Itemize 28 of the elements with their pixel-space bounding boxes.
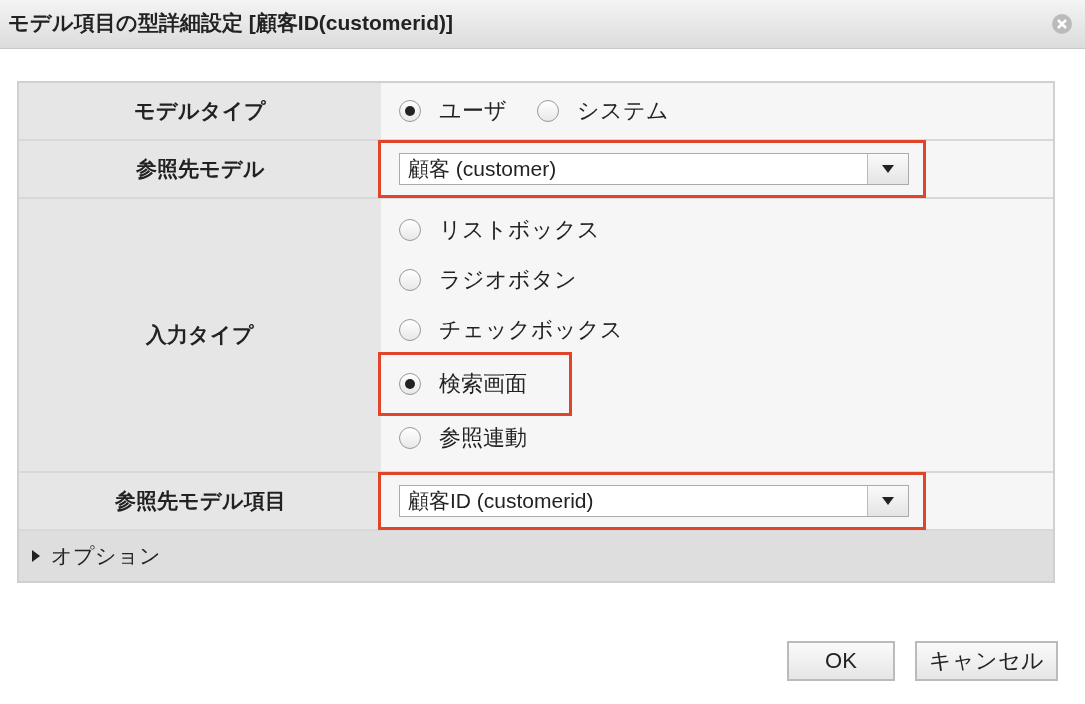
field-label: 参照先モデル [19, 141, 381, 197]
dropdown[interactable]: 顧客 (customer) [399, 153, 909, 185]
radio-button[interactable] [399, 319, 421, 341]
dropdown[interactable]: 顧客ID (customerid) [399, 485, 909, 517]
radio-option[interactable]: ユーザ [399, 96, 507, 126]
radio-option[interactable]: ラジオボタン [399, 255, 577, 305]
window-title: モデル項目の型詳細設定 [顧客ID(customerid)] [8, 10, 453, 36]
field-label: モデルタイプ [19, 83, 381, 139]
radio-option[interactable]: システム [537, 96, 669, 126]
field-label: 入力タイプ [19, 199, 381, 471]
options-section[interactable]: オプション [19, 531, 1053, 581]
caret-icon [882, 497, 894, 505]
radio-option[interactable]: チェックボックス [399, 305, 623, 355]
caret-icon [882, 165, 894, 173]
field-label: 参照先モデル項目 [19, 473, 381, 529]
radio-option[interactable]: 検索画面 [381, 355, 569, 413]
dialog-button[interactable]: キャンセル [915, 641, 1058, 681]
radio-option[interactable]: 参照連動 [399, 413, 527, 463]
dialog-button[interactable]: OK [787, 641, 895, 681]
radio-option[interactable]: リストボックス [399, 205, 600, 255]
section-title: オプション [51, 543, 161, 569]
radio-button[interactable] [399, 100, 421, 122]
radio-button[interactable] [399, 219, 421, 241]
close-icon[interactable] [1051, 13, 1073, 35]
radio-button[interactable] [399, 427, 421, 449]
radio-button[interactable] [399, 269, 421, 291]
radio-button[interactable] [537, 100, 559, 122]
radio-button[interactable] [399, 373, 421, 395]
